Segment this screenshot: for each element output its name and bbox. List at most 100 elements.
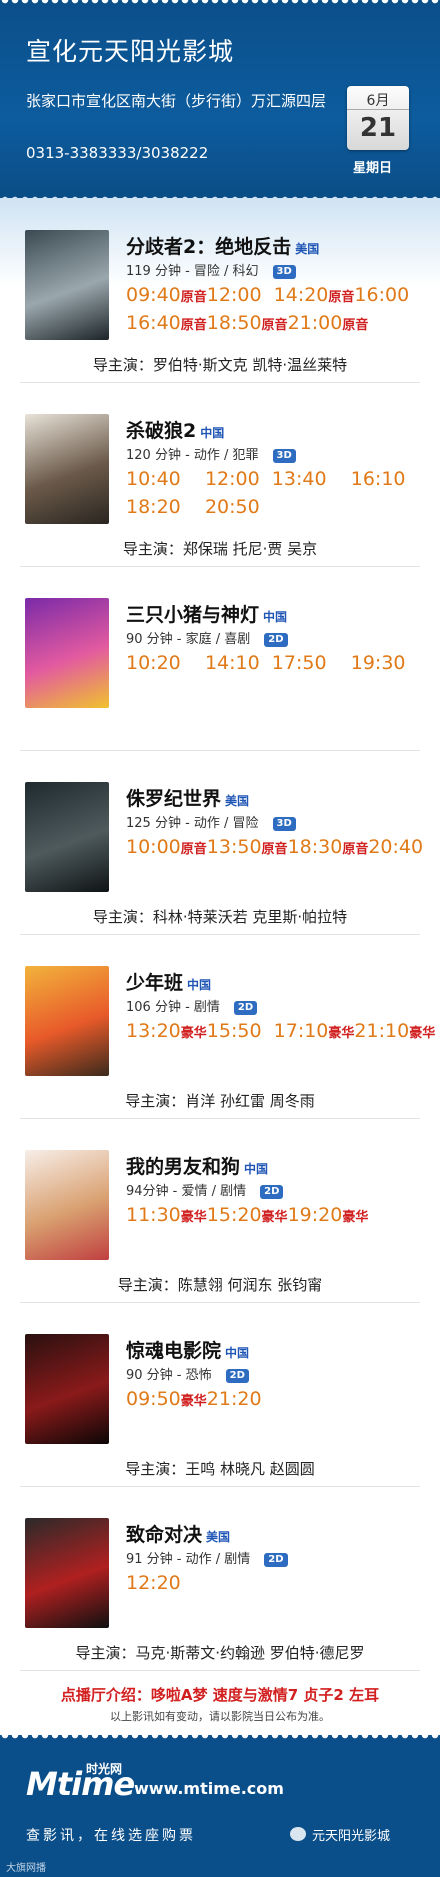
showtime[interactable]: 13:50 bbox=[207, 836, 262, 858]
movie-poster[interactable] bbox=[25, 1518, 109, 1628]
movie-country: 中国 bbox=[187, 978, 212, 992]
movie-item[interactable]: 我的男友和狗 中国 94分钟 - 爱情 / 剧情 2D 11:30豪华15:20豪华19… bbox=[0, 1150, 440, 1334]
showtime[interactable]: 18:50 bbox=[207, 312, 262, 334]
movie-cast: 导主演：肖洋 孙红雷 周冬雨 bbox=[125, 1092, 315, 1110]
showtime[interactable]: 18:30 bbox=[288, 836, 343, 858]
showtime[interactable]: 13:20 bbox=[126, 1020, 181, 1042]
format-badge: 3D bbox=[272, 817, 296, 831]
movie-title[interactable]: 杀破狼2 中国 bbox=[126, 416, 224, 443]
showtime[interactable]: 16:00 bbox=[354, 284, 409, 306]
showtime-tag: 原音 bbox=[342, 842, 369, 857]
showtime-tag: 原音 bbox=[180, 842, 207, 857]
showtime[interactable]: 19:20 bbox=[288, 1204, 343, 1226]
showtime[interactable]: 20:50 bbox=[205, 496, 260, 518]
footer-slogan: 查影讯，在线选座购票 bbox=[26, 1828, 196, 1844]
showtime[interactable]: 21:10 bbox=[354, 1020, 409, 1042]
movie-title[interactable]: 三只小猪与神灯 中国 bbox=[126, 600, 287, 627]
format-badge: 3D bbox=[272, 265, 296, 279]
showtimes-row-1: 09:50豪华21:20 bbox=[126, 1388, 440, 1410]
showtime-tag: 豪华 bbox=[261, 1210, 288, 1225]
movie-country: 美国 bbox=[295, 242, 320, 256]
showtime[interactable]: 12:20 bbox=[126, 1572, 181, 1594]
movie-item[interactable]: 少年班 中国 106 分钟 - 剧情 2D 13:20豪华15:50 17:10豪华21… bbox=[0, 966, 440, 1150]
movie-country: 中国 bbox=[244, 1162, 269, 1176]
movie-country: 中国 bbox=[263, 610, 288, 624]
showtime[interactable]: 16:10 bbox=[351, 468, 406, 490]
stamp-edge-top bbox=[0, 0, 440, 10]
movie-meta: 125 分钟 - 动作 / 冒险 3D bbox=[126, 812, 296, 831]
movie-title[interactable]: 我的男友和狗 中国 bbox=[126, 1152, 268, 1179]
showtime[interactable]: 17:10 bbox=[274, 1020, 329, 1042]
showtime[interactable]: 18:20 bbox=[126, 496, 181, 518]
showtime[interactable]: 17:50 bbox=[272, 652, 327, 674]
movie-title[interactable]: 惊魂电影院 中国 bbox=[126, 1336, 249, 1363]
format-badge: 2D bbox=[225, 1369, 249, 1383]
showtime[interactable]: 19:30 bbox=[351, 652, 406, 674]
divider bbox=[20, 1486, 420, 1487]
showtime-tag: 原音 bbox=[180, 290, 207, 305]
showtime[interactable]: 20:40 bbox=[368, 836, 423, 858]
movie-cast: 导主演：罗伯特·斯文克 凯特·温丝莱特 bbox=[92, 356, 348, 374]
showtime[interactable]: 16:40 bbox=[126, 312, 181, 334]
movie-title[interactable]: 分歧者2：绝地反击 美国 bbox=[126, 232, 319, 259]
showtime[interactable]: 15:50 bbox=[207, 1020, 262, 1042]
showtimes-row-1: 11:30豪华15:20豪华19:20豪华 bbox=[126, 1204, 440, 1226]
showtimes-row-1: 13:20豪华15:50 17:10豪华21:10豪华 bbox=[126, 1020, 440, 1042]
movie-item[interactable]: 分歧者2：绝地反击 美国 119 分钟 - 冒险 / 科幻 3D 09:40原音12:0… bbox=[0, 230, 440, 414]
divider bbox=[20, 566, 420, 567]
movie-poster[interactable] bbox=[25, 598, 109, 708]
showtime[interactable]: 09:40 bbox=[126, 284, 181, 306]
showtime[interactable]: 15:20 bbox=[207, 1204, 262, 1226]
movie-title-text: 致命对决 bbox=[126, 1524, 203, 1546]
movie-country: 中国 bbox=[225, 1346, 250, 1360]
movie-meta: 90 分钟 - 恐怖 2D bbox=[126, 1364, 249, 1383]
wechat-account: 元天阳光影城 bbox=[312, 1829, 391, 1844]
movie-title[interactable]: 少年班 中国 bbox=[126, 968, 211, 995]
showtime[interactable]: 10:00 bbox=[126, 836, 181, 858]
movie-item[interactable]: 侏罗纪世界 美国 125 分钟 - 动作 / 冒险 3D 10:00原音13:50原音1… bbox=[0, 782, 440, 966]
movie-title[interactable]: 致命对决 美国 bbox=[126, 1520, 230, 1547]
watermark: 大旗网播 bbox=[6, 1863, 46, 1874]
movie-cast: 导主演：郑保瑞 托尼·贾 吴京 bbox=[122, 540, 318, 558]
movie-cast: 导主演：马克·斯蒂文·约翰逊 罗伯特·德尼罗 bbox=[75, 1644, 365, 1662]
movie-title[interactable]: 侏罗纪世界 美国 bbox=[126, 784, 249, 811]
movie-meta: 120 分钟 - 动作 / 犯罪 3D bbox=[126, 444, 296, 463]
movie-item[interactable]: 惊魂电影院 中国 90 分钟 - 恐怖 2D 09:50豪华21:20 导主演：王鸣 林晓… bbox=[0, 1334, 440, 1518]
cinema-phone[interactable]: 0313-3383333/3038222 bbox=[26, 144, 208, 162]
format-badge: 3D bbox=[272, 449, 296, 463]
showtime[interactable]: 10:40 bbox=[126, 468, 181, 490]
showtime[interactable]: 14:10 bbox=[205, 652, 260, 674]
cinema-title: 宣化元天阳光影城 bbox=[26, 37, 235, 66]
showtime[interactable]: 13:40 bbox=[272, 468, 327, 490]
date-weekday: 星期日 bbox=[353, 161, 393, 176]
movie-country: 美国 bbox=[225, 794, 250, 808]
movie-title-text: 侏罗纪世界 bbox=[126, 788, 222, 810]
movie-poster[interactable] bbox=[25, 230, 109, 340]
cinema-header: 宣化元天阳光影城 张家口市宣化区南大街（步行街）万汇源四层 0313-33833… bbox=[0, 0, 440, 200]
movie-item[interactable]: 致命对决 美国 91 分钟 - 动作 / 剧情 2D 12:20 导主演：马克·斯蒂文·约… bbox=[0, 1518, 440, 1702]
movie-item[interactable]: 三只小猪与神灯 中国 90 分钟 - 家庭 / 喜剧 2D 10:20 14:10 17… bbox=[0, 598, 440, 782]
showtime[interactable]: 12:00 bbox=[205, 468, 260, 490]
movie-meta-text: 125 分钟 - 动作 / 冒险 bbox=[126, 816, 259, 831]
showtime[interactable]: 11:30 bbox=[126, 1204, 181, 1226]
showtimes-row-1: 10:20 14:10 17:50 19:30 bbox=[126, 652, 440, 674]
movie-poster[interactable] bbox=[25, 414, 109, 524]
wechat-icon bbox=[290, 1827, 306, 1841]
movie-poster[interactable] bbox=[25, 1334, 109, 1444]
movie-item[interactable]: 杀破狼2 中国 120 分钟 - 动作 / 犯罪 3D 10:40 12:00 13:4… bbox=[0, 414, 440, 598]
movie-poster[interactable] bbox=[25, 1150, 109, 1260]
showtime[interactable]: 09:50 bbox=[126, 1388, 181, 1410]
movie-meta: 94分钟 - 爱情 / 剧情 2D bbox=[126, 1180, 284, 1199]
showtime[interactable]: 21:20 bbox=[207, 1388, 262, 1410]
movie-poster[interactable] bbox=[25, 782, 109, 892]
footer: Mtime 时光网 www.mtime.com 查影讯，在线选座购票 元天阳光影… bbox=[0, 1735, 440, 1877]
movie-title-text: 三只小猪与神灯 bbox=[126, 604, 260, 626]
format-badge: 2D bbox=[260, 1185, 284, 1199]
showtime[interactable]: 21:00 bbox=[288, 312, 343, 334]
date-month: 6月 bbox=[347, 86, 409, 110]
showtime[interactable]: 14:20 bbox=[274, 284, 329, 306]
showtime[interactable]: 12:00 bbox=[207, 284, 262, 306]
mtime-site-link[interactable]: www.mtime.com bbox=[134, 1779, 284, 1798]
showtime[interactable]: 10:20 bbox=[126, 652, 181, 674]
movie-poster[interactable] bbox=[25, 966, 109, 1076]
